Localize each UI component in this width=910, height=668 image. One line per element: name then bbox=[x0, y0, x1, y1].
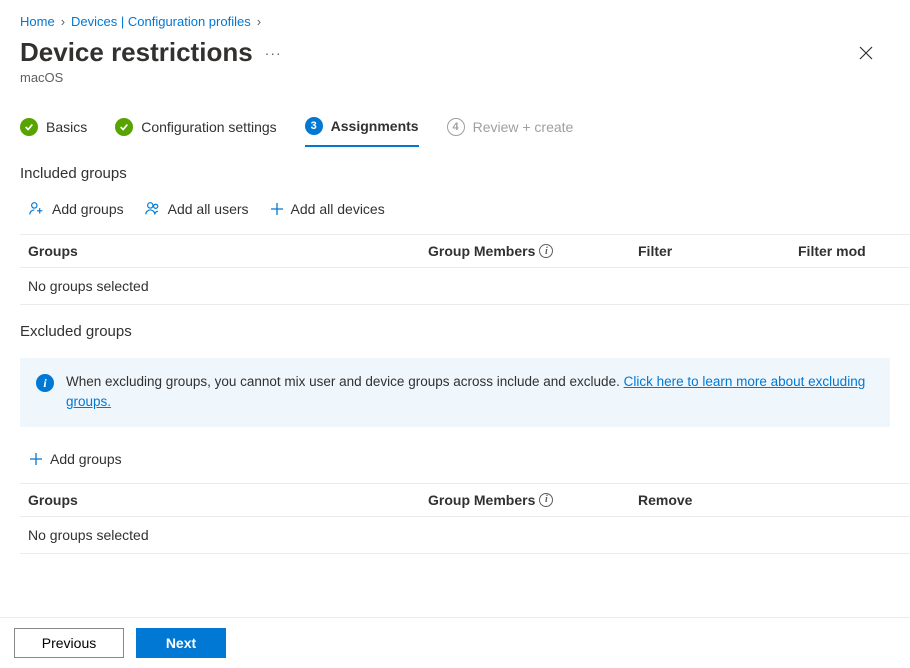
info-banner: i When excluding groups, you cannot mix … bbox=[20, 358, 890, 427]
next-button[interactable]: Next bbox=[136, 628, 226, 658]
page-subtitle: macOS bbox=[0, 68, 910, 105]
step-label: Review + create bbox=[473, 119, 574, 135]
plus-icon bbox=[269, 201, 285, 217]
check-icon bbox=[20, 118, 38, 136]
info-icon[interactable]: i bbox=[539, 493, 553, 507]
add-all-devices-button[interactable]: Add all devices bbox=[269, 196, 385, 222]
stepper: Basics Configuration settings 3 Assignme… bbox=[0, 105, 910, 147]
table-header: Groups Group Members i Filter Filter mod bbox=[20, 234, 910, 268]
col-groups: Groups bbox=[28, 492, 428, 508]
button-label: Add all devices bbox=[291, 201, 385, 217]
excluded-actions: Add groups bbox=[0, 433, 910, 481]
step-number-icon: 3 bbox=[305, 117, 323, 135]
users-icon bbox=[144, 200, 162, 218]
col-filter-mode: Filter mod bbox=[798, 243, 902, 259]
user-plus-icon bbox=[28, 200, 46, 218]
check-icon bbox=[115, 118, 133, 136]
info-icon[interactable]: i bbox=[539, 244, 553, 258]
step-label: Configuration settings bbox=[141, 119, 276, 135]
plus-icon bbox=[28, 451, 44, 467]
more-menu[interactable]: ··· bbox=[265, 45, 282, 61]
col-filter: Filter bbox=[638, 243, 798, 259]
footer-actions: Previous Next bbox=[0, 617, 910, 668]
col-groups: Groups bbox=[28, 243, 428, 259]
empty-text: No groups selected bbox=[28, 278, 428, 294]
excluded-groups-heading: Excluded groups bbox=[0, 305, 910, 340]
step-assignments[interactable]: 3 Assignments bbox=[305, 117, 419, 147]
chevron-right-icon: › bbox=[61, 14, 65, 29]
chevron-right-icon: › bbox=[257, 14, 261, 29]
step-basics[interactable]: Basics bbox=[20, 118, 87, 146]
table-row-empty: No groups selected bbox=[20, 268, 910, 305]
info-icon: i bbox=[36, 374, 54, 392]
included-groups-table: Groups Group Members i Filter Filter mod… bbox=[20, 234, 910, 305]
table-header: Groups Group Members i Remove bbox=[20, 483, 910, 517]
button-label: Add groups bbox=[50, 451, 122, 467]
excluded-groups-table: Groups Group Members i Remove No groups … bbox=[20, 483, 910, 554]
page-title: Device restrictions bbox=[20, 37, 253, 68]
add-all-users-button[interactable]: Add all users bbox=[144, 196, 249, 222]
empty-text: No groups selected bbox=[28, 527, 428, 543]
breadcrumb-home[interactable]: Home bbox=[20, 14, 55, 29]
button-label: Add groups bbox=[52, 201, 124, 217]
step-label: Assignments bbox=[331, 118, 419, 134]
breadcrumb-devices[interactable]: Devices | Configuration profiles bbox=[71, 14, 251, 29]
step-config-settings[interactable]: Configuration settings bbox=[115, 118, 276, 146]
table-row-empty: No groups selected bbox=[20, 517, 910, 554]
close-icon[interactable] bbox=[850, 41, 882, 65]
button-label: Add all users bbox=[168, 201, 249, 217]
included-actions: Add groups Add all users Add all devices bbox=[0, 182, 910, 232]
step-label: Basics bbox=[46, 119, 87, 135]
step-number-icon: 4 bbox=[447, 118, 465, 136]
included-groups-heading: Included groups bbox=[0, 147, 910, 182]
col-remove: Remove bbox=[638, 492, 798, 508]
step-review-create: 4 Review + create bbox=[447, 118, 574, 146]
previous-button[interactable]: Previous bbox=[14, 628, 124, 658]
add-groups-button[interactable]: Add groups bbox=[28, 196, 124, 222]
col-group-members: Group Members i bbox=[428, 492, 638, 508]
col-group-members: Group Members i bbox=[428, 243, 638, 259]
add-groups-button[interactable]: Add groups bbox=[28, 447, 122, 471]
title-row: Device restrictions ··· bbox=[0, 29, 910, 68]
breadcrumb: Home › Devices | Configuration profiles … bbox=[0, 0, 910, 29]
info-text: When excluding groups, you cannot mix us… bbox=[66, 372, 874, 413]
